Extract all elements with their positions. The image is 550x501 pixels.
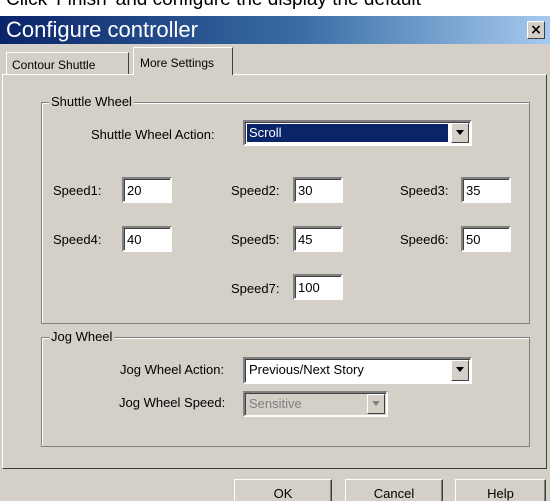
speed7-field[interactable] <box>293 274 343 300</box>
tab-contour-shuttle[interactable]: Contour Shuttle <box>6 52 129 74</box>
speed4-label: Speed4: <box>53 232 102 247</box>
jog-wheel-speed-label: Jog Wheel Speed: <box>119 395 226 410</box>
background-text-strip: Click 'Finish' and configure the display… <box>0 0 550 16</box>
speed7-label: Speed7: <box>231 281 280 296</box>
speed4-field[interactable] <box>122 226 172 252</box>
title-bar[interactable]: Configure controller × <box>0 16 550 44</box>
background-text: Click 'Finish' and configure the display… <box>6 0 421 9</box>
jog-wheel-action-value: Previous/Next Story <box>249 362 364 377</box>
tab-label: More Settings <box>140 56 215 70</box>
tab-more-settings[interactable]: More Settings <box>133 47 233 75</box>
speed6-field[interactable] <box>461 226 511 252</box>
jog-wheel-action-label: Jog Wheel Action: <box>120 362 225 377</box>
shuttle-wheel-action-value: Scroll <box>247 124 448 142</box>
chevron-down-icon[interactable] <box>367 394 385 414</box>
jog-wheel-speed-value: Sensitive <box>249 396 302 411</box>
configure-controller-dialog: Configure controller × Contour Shuttle M… <box>0 16 550 501</box>
close-icon: × <box>530 22 542 38</box>
speed2-field[interactable] <box>293 177 343 203</box>
chevron-down-icon[interactable] <box>451 123 469 143</box>
close-button[interactable]: × <box>527 21 545 39</box>
speed2-label: Speed2: <box>231 183 280 198</box>
speed1-label: Speed1: <box>53 183 102 198</box>
shuttle-wheel-action-label: Shuttle Wheel Action: <box>91 127 215 142</box>
shuttle-wheel-group-label: Shuttle Wheel <box>49 94 134 109</box>
chevron-down-icon[interactable] <box>451 360 469 381</box>
ok-button[interactable]: OK <box>234 479 332 501</box>
jog-wheel-group-label: Jog Wheel <box>49 329 115 344</box>
speed1-field[interactable] <box>122 177 172 203</box>
tab-label: Contour Shuttle <box>12 58 96 72</box>
help-button[interactable]: Help <box>455 479 546 501</box>
speed6-label: Speed6: <box>400 232 449 247</box>
speed5-label: Speed5: <box>231 232 280 247</box>
speed3-field[interactable] <box>461 177 511 203</box>
jog-wheel-speed-select[interactable]: Sensitive <box>243 391 388 417</box>
cancel-button[interactable]: Cancel <box>345 479 443 501</box>
window-title: Configure controller <box>6 17 198 42</box>
shuttle-wheel-action-select[interactable]: Scroll <box>243 120 472 146</box>
jog-wheel-action-select[interactable]: Previous/Next Story <box>243 357 472 384</box>
speed3-label: Speed3: <box>400 183 449 198</box>
speed5-field[interactable] <box>293 226 343 252</box>
